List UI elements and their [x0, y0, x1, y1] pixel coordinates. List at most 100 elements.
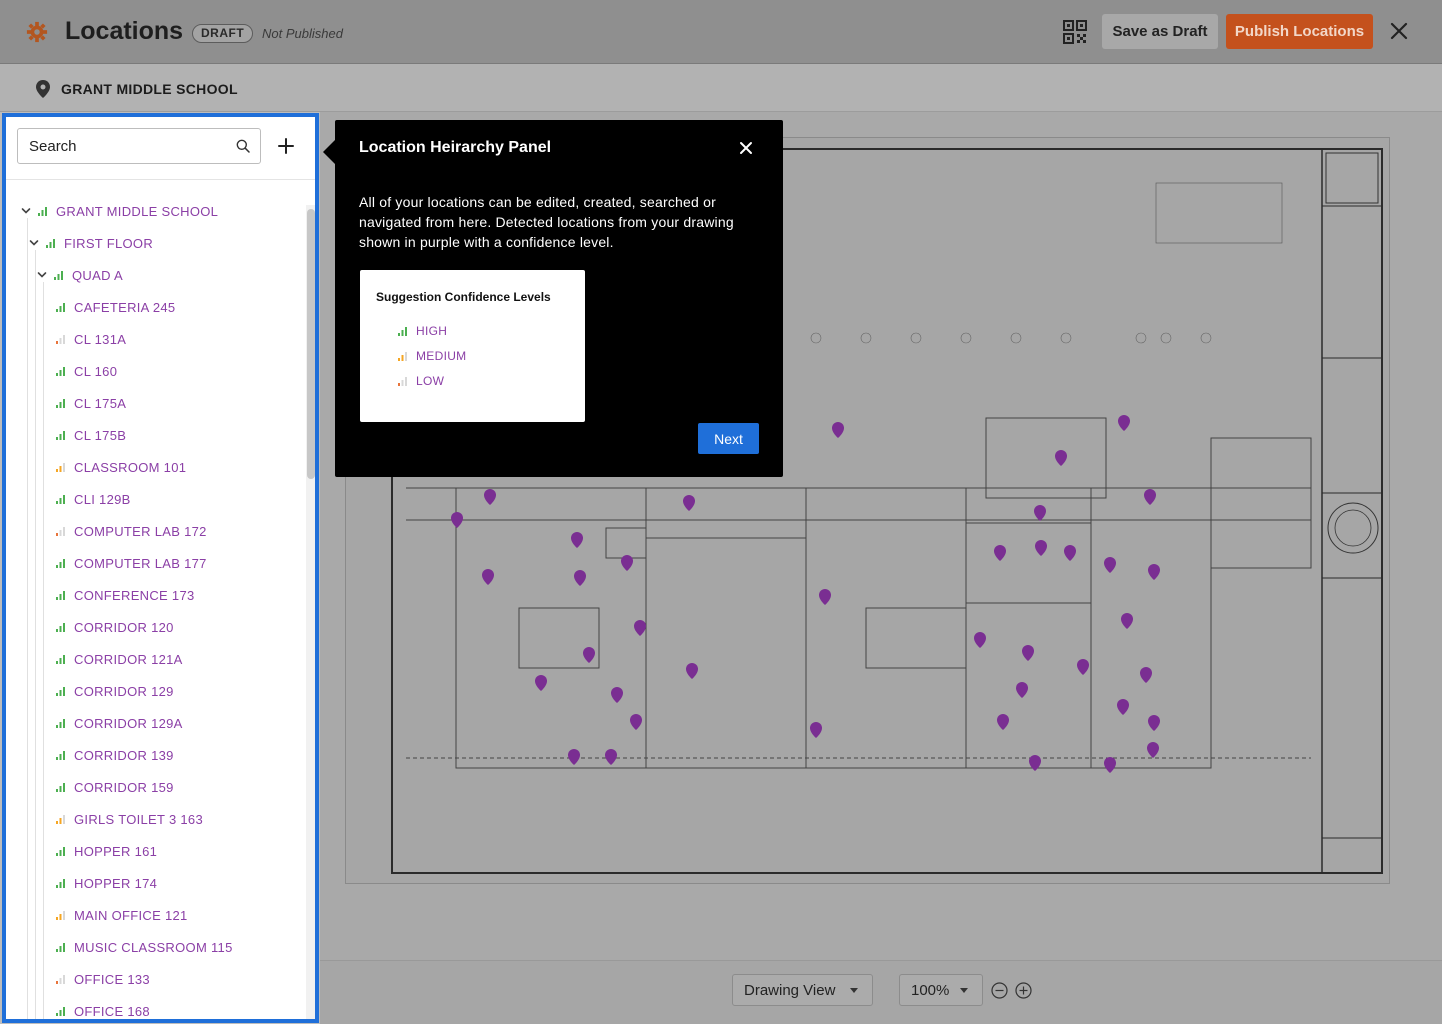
signal-bars-icon: [56, 334, 65, 344]
signal-bars-icon: [56, 654, 65, 664]
tree-item[interactable]: CLASSROOM 101: [56, 457, 186, 477]
location-hierarchy-panel: GRANT MIDDLE SCHOOL FIRST FLOOR QUAD A CAFE…: [2, 113, 319, 1023]
signal-bars-icon: [56, 782, 65, 792]
tree-item[interactable]: CL 175A: [56, 393, 126, 413]
tree-item[interactable]: GIRLS TOILET 3 163: [56, 809, 203, 829]
signal-bars-icon: [56, 846, 65, 856]
tree-item[interactable]: CL 160: [56, 361, 117, 381]
tree-item[interactable]: CORRIDOR 159: [56, 777, 174, 797]
tree-indent-guide: [43, 282, 44, 1019]
signal-bars-icon: [56, 718, 65, 728]
signal-bars-icon: [56, 558, 65, 568]
tree-item-label: GIRLS TOILET 3 163: [74, 811, 203, 827]
search-box[interactable]: [17, 128, 261, 164]
qr-code-icon[interactable]: [1063, 20, 1087, 44]
tree-item[interactable]: HOPPER 161: [56, 841, 157, 861]
popover-arrow: [323, 140, 335, 164]
popover-title: Location Heirarchy Panel: [359, 139, 552, 156]
zoom-in-icon[interactable]: [1015, 982, 1032, 999]
canvas-toolbar: [320, 960, 1442, 1024]
current-location-label: GRANT MIDDLE SCHOOL: [61, 81, 238, 97]
signal-bars-icon: [56, 686, 65, 696]
drawing-view-label: Drawing View: [744, 982, 836, 999]
signal-bars-icon: [54, 270, 63, 280]
tree-item[interactable]: CORRIDOR 129A: [56, 713, 183, 733]
confidence-level-low: LOW: [398, 374, 444, 388]
tree-item[interactable]: MUSIC CLASSROOM 115: [56, 937, 233, 957]
confidence-level-label: MEDIUM: [416, 349, 467, 363]
tree-item-label: CORRIDOR 121A: [74, 651, 183, 667]
tree-item-label: CORRIDOR 139: [74, 747, 174, 763]
tree-item-label: QUAD A: [72, 267, 123, 283]
chevron-down-icon[interactable]: [28, 237, 40, 249]
tree-item-label: OFFICE 133: [74, 971, 150, 987]
tree-item[interactable]: CL 131A: [56, 329, 126, 349]
signal-bars-icon: [398, 351, 407, 361]
tree-item[interactable]: OFFICE 133: [56, 969, 150, 989]
tree-item-label: COMPUTER LAB 177: [74, 555, 207, 571]
tree-item-label: CLI 129B: [74, 491, 131, 507]
gear-icon: [26, 21, 48, 43]
tree-item-label: CLASSROOM 101: [74, 459, 187, 475]
onboarding-popover: Location Heirarchy Panel All of your loc…: [335, 120, 783, 477]
tree-item-label: CORRIDOR 129A: [74, 715, 183, 731]
tree-item[interactable]: CLI 129B: [56, 489, 131, 509]
confidence-level-label: LOW: [416, 374, 445, 388]
location-breadcrumb: GRANT MIDDLE SCHOOL: [0, 64, 1442, 112]
save-as-draft-button[interactable]: Save as Draft: [1102, 14, 1218, 49]
chevron-down-icon: [850, 988, 858, 993]
tree-node-expandable[interactable]: FIRST FLOOR: [28, 233, 153, 253]
tree-item[interactable]: CORRIDOR 121A: [56, 649, 183, 669]
zoom-level-select[interactable]: 100%: [899, 974, 983, 1006]
tree-node-expandable[interactable]: QUAD A: [36, 265, 123, 285]
tree-item[interactable]: COMPUTER LAB 172: [56, 521, 207, 541]
app-header: Locations DRAFT Not Published Save as Dr…: [0, 0, 1442, 64]
signal-bars-icon: [56, 590, 65, 600]
tree-item-label: CL 175A: [74, 395, 127, 411]
tree-item[interactable]: CORRIDOR 120: [56, 617, 174, 637]
confidence-level-high: HIGH: [398, 324, 447, 338]
search-icon[interactable]: [236, 139, 250, 153]
signal-bars-icon: [56, 878, 65, 888]
zoom-out-icon[interactable]: [991, 982, 1008, 999]
tree-item[interactable]: COMPUTER LAB 177: [56, 553, 207, 573]
tree-item[interactable]: CONFERENCE 173: [56, 585, 195, 605]
tree-item[interactable]: CAFETERIA 245: [56, 297, 175, 317]
signal-bars-icon: [56, 622, 65, 632]
plus-icon[interactable]: [276, 136, 296, 156]
tree-item[interactable]: OFFICE 168: [56, 1001, 150, 1019]
chevron-down-icon[interactable]: [20, 205, 32, 217]
tree-item-label: OFFICE 168: [74, 1003, 150, 1019]
popover-body: All of your locations can be edited, cre…: [359, 194, 734, 250]
tree-item[interactable]: HOPPER 174: [56, 873, 157, 893]
tree-item[interactable]: CORRIDOR 129: [56, 681, 174, 701]
tree-item[interactable]: MAIN OFFICE 121: [56, 905, 188, 925]
close-icon[interactable]: [1388, 20, 1410, 42]
tree-item[interactable]: CORRIDOR 139: [56, 745, 174, 765]
drawing-view-select[interactable]: Drawing View: [732, 974, 873, 1006]
publish-locations-button[interactable]: Publish Locations: [1226, 14, 1373, 49]
tree-item[interactable]: CL 175B: [56, 425, 126, 445]
chevron-down-icon[interactable]: [36, 269, 48, 281]
scrollbar-thumb[interactable]: [307, 209, 315, 479]
tree-node-expandable[interactable]: GRANT MIDDLE SCHOOL: [20, 201, 218, 221]
confidence-level-label: HIGH: [416, 324, 448, 338]
signal-bars-icon: [56, 910, 65, 920]
signal-bars-icon: [46, 238, 55, 248]
tree-item-label: HOPPER 174: [74, 875, 158, 891]
tree-item-label: CL 160: [74, 363, 118, 379]
signal-bars-icon: [398, 326, 407, 336]
search-input[interactable]: [18, 129, 228, 163]
tree-item-label: MAIN OFFICE 121: [74, 907, 188, 923]
tree-item-label: CAFETERIA 245: [74, 299, 176, 315]
signal-bars-icon: [56, 398, 65, 408]
signal-bars-icon: [56, 942, 65, 952]
publish-status: Not Published: [262, 26, 343, 41]
signal-bars-icon: [56, 302, 65, 312]
tree-item-label: CONFERENCE 173: [74, 587, 195, 603]
next-button[interactable]: Next: [698, 423, 759, 454]
signal-bars-icon: [56, 814, 65, 824]
page-title: Locations: [65, 17, 184, 45]
signal-bars-icon: [56, 526, 65, 536]
close-icon[interactable]: [739, 141, 753, 155]
